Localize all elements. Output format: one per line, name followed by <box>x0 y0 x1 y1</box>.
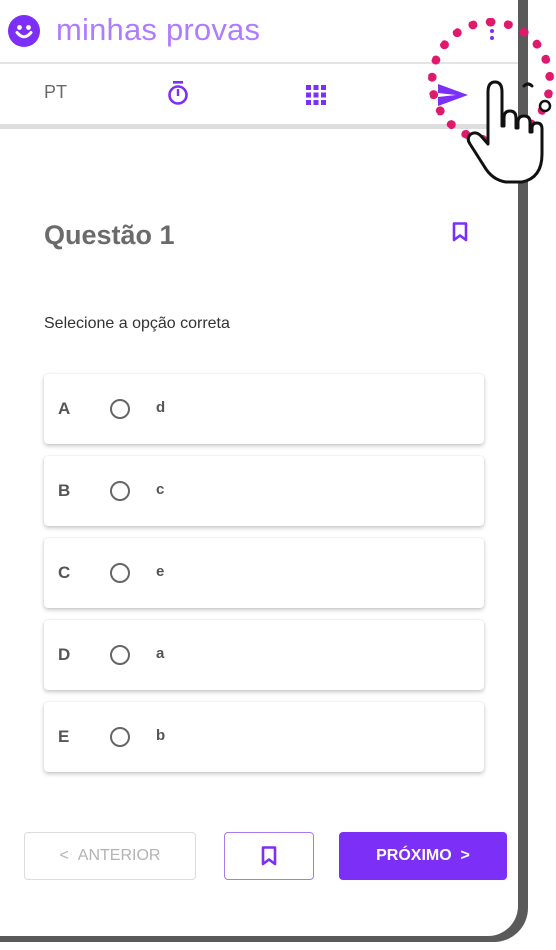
timer-icon[interactable] <box>166 80 190 106</box>
bookmark-icon <box>261 846 277 866</box>
option-text: b <box>156 727 166 744</box>
option-b[interactable]: B c <box>44 456 484 526</box>
smiley-logo-icon <box>8 15 40 47</box>
option-text: e <box>156 563 165 580</box>
option-text: a <box>156 645 165 662</box>
bookmark-icon[interactable] <box>452 222 468 242</box>
next-button[interactable]: PRÓXIMO > <box>339 832 507 880</box>
option-c[interactable]: C e <box>44 538 484 608</box>
option-letter: A <box>58 399 71 418</box>
option-text: c <box>156 481 165 498</box>
option-d[interactable]: D a <box>44 620 484 690</box>
radio-button[interactable] <box>110 727 130 747</box>
question-instruction: Selecione a opção correta <box>44 315 230 332</box>
option-letter: C <box>58 563 71 582</box>
previous-button[interactable]: < ANTERIOR <box>24 832 196 880</box>
app-screen: minhas provas PT Questão 1 Selecione a o… <box>0 0 518 936</box>
app-title: minhas provas <box>56 12 261 47</box>
chevron-left-icon: < <box>59 847 78 864</box>
option-text: d <box>156 399 166 416</box>
radio-button[interactable] <box>110 645 130 665</box>
radio-button[interactable] <box>110 481 130 501</box>
language-selector[interactable]: PT <box>44 82 67 103</box>
option-letter: D <box>58 645 71 664</box>
option-letter: E <box>58 727 70 746</box>
hand-pointer-icon <box>466 80 552 184</box>
question-title: Questão 1 <box>44 220 175 250</box>
grid-icon[interactable] <box>306 85 326 105</box>
option-a[interactable]: A d <box>44 374 484 444</box>
toolbar-divider <box>0 124 518 129</box>
previous-label: ANTERIOR <box>77 847 161 864</box>
radio-button[interactable] <box>110 399 130 419</box>
next-label: PRÓXIMO <box>376 847 452 864</box>
option-e[interactable]: E b <box>44 702 484 772</box>
option-letter: B <box>58 481 71 500</box>
radio-button[interactable] <box>110 563 130 583</box>
bookmark-button[interactable] <box>224 832 314 880</box>
chevron-right-icon: > <box>451 847 470 864</box>
